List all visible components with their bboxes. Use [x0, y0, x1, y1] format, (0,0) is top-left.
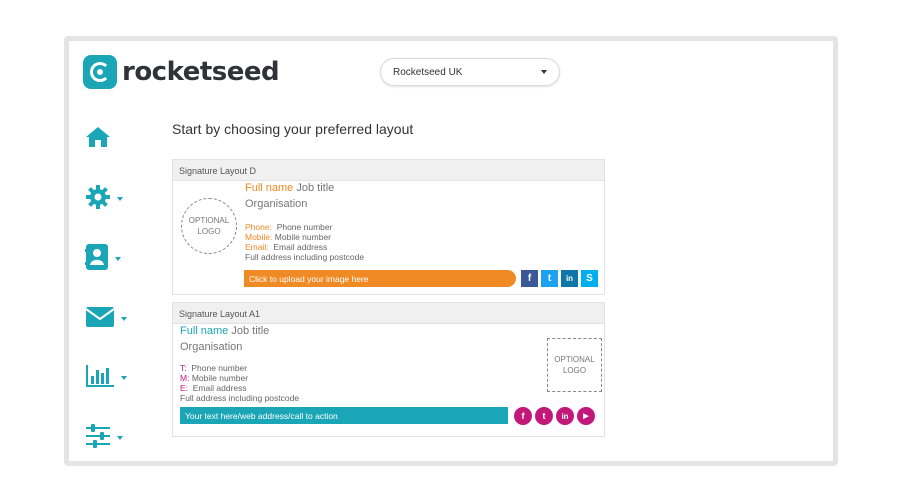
- facebook-icon[interactable]: f: [521, 270, 538, 287]
- twitter-icon[interactable]: t: [541, 270, 558, 287]
- optional-logo-placeholder[interactable]: OPTIONAL LOGO: [181, 198, 237, 254]
- phone-label: Phone:: [245, 222, 272, 232]
- name-line: Full name Job title: [180, 325, 269, 337]
- app-window: rocketseed Rocketseed UK Start by choosi…: [64, 36, 838, 466]
- sidebar-item-preferences[interactable]: [85, 424, 123, 448]
- bar-chart-icon: [86, 365, 114, 387]
- sliders-icon: [86, 424, 110, 448]
- card-title: Signature Layout A1: [173, 303, 604, 324]
- youtube-icon[interactable]: ▶: [577, 407, 595, 425]
- job-title: Job title: [231, 325, 270, 337]
- rocketseed-logo[interactable]: rocketseed: [83, 55, 280, 89]
- mobile-value: Mobile number: [191, 373, 249, 383]
- organisation: Organisation: [180, 341, 243, 353]
- signature-layout-d-card[interactable]: Signature Layout D OPTIONAL LOGO Full na…: [172, 159, 605, 295]
- optional-logo-text: LOGO: [197, 227, 221, 236]
- phone-label: T:: [180, 363, 187, 373]
- account-select[interactable]: Rocketseed UK: [380, 58, 560, 86]
- chevron-down-icon: [541, 70, 547, 74]
- rocketseed-logo-mark: [83, 55, 117, 89]
- rocketseed-logo-text: rocketseed: [122, 57, 280, 87]
- sidebar-item-home[interactable]: [85, 126, 111, 148]
- email-label: Email:: [245, 242, 269, 252]
- contact-details: T: Phone number M: Mobile number E: Emai…: [180, 363, 299, 403]
- linkedin-icon[interactable]: in: [556, 407, 574, 425]
- job-title: Job title: [296, 182, 335, 194]
- chevron-down-icon: [121, 376, 127, 380]
- address: Full address including postcode: [180, 393, 300, 403]
- chevron-down-icon: [117, 436, 123, 440]
- chevron-down-icon: [121, 317, 127, 321]
- gear-icon: [86, 185, 110, 209]
- sidebar-item-contacts[interactable]: [85, 243, 121, 271]
- chevron-down-icon: [117, 197, 123, 201]
- facebook-icon[interactable]: f: [514, 407, 532, 425]
- home-icon: [86, 127, 110, 147]
- contact-details: Phone: Phone number Mobile: Mobile numbe…: [245, 222, 364, 262]
- address: Full address including postcode: [245, 252, 365, 262]
- linkedin-icon[interactable]: in: [561, 270, 578, 287]
- social-icons: f t in S: [521, 270, 598, 287]
- full-name: Full name: [180, 325, 229, 337]
- email-value: Email address: [273, 242, 328, 252]
- twitter-icon[interactable]: t: [535, 407, 553, 425]
- phone-value: Phone number: [191, 363, 248, 373]
- contact-card-icon: [85, 244, 108, 270]
- call-to-action-bar[interactable]: Your text here/web address/call to actio…: [180, 407, 508, 424]
- envelope-icon: [85, 307, 115, 327]
- optional-logo-placeholder[interactable]: OPTIONAL LOGO: [547, 338, 602, 392]
- email-value: Email address: [192, 383, 247, 393]
- email-label: E:: [180, 383, 189, 393]
- chevron-down-icon: [115, 257, 121, 261]
- card-title: Signature Layout D: [173, 160, 604, 181]
- upload-image-bar[interactable]: Click to upload your image here: [244, 270, 516, 287]
- mobile-label: M:: [180, 373, 190, 383]
- account-select-value: Rocketseed UK: [393, 66, 463, 78]
- full-name: Full name: [245, 182, 294, 194]
- organisation: Organisation: [245, 198, 308, 210]
- sidebar-item-settings[interactable]: [85, 184, 123, 210]
- mobile-label: Mobile:: [245, 232, 273, 242]
- social-icons: f t in ▶: [514, 407, 595, 425]
- signature-layout-a1-card[interactable]: Signature Layout A1 Full name Job title …: [172, 302, 605, 437]
- sidebar-item-mail[interactable]: [85, 306, 127, 328]
- optional-logo-text: LOGO: [562, 366, 587, 375]
- skype-icon[interactable]: S: [581, 270, 598, 287]
- mobile-value: Mobile number: [274, 232, 332, 242]
- name-line: Full name Job title: [245, 182, 334, 194]
- optional-logo-text: OPTIONAL: [554, 355, 595, 364]
- phone-value: Phone number: [276, 222, 333, 232]
- sidebar-item-reports[interactable]: [85, 364, 127, 388]
- optional-logo-text: OPTIONAL: [188, 216, 230, 225]
- page-heading: Start by choosing your preferred layout: [172, 121, 414, 137]
